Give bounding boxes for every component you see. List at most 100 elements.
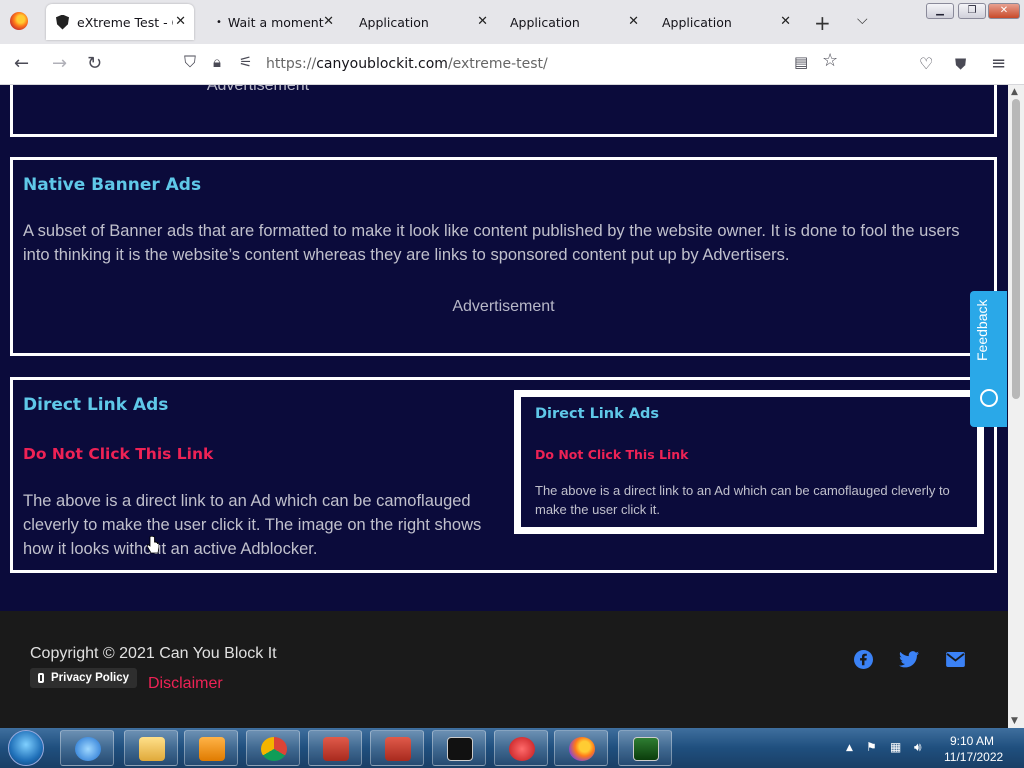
tab-application[interactable]: Application ✕ [499,4,647,40]
feedback-tab[interactable]: Feedback [970,291,1007,427]
loading-dot-icon: • [216,16,222,28]
feedback-chat-icon [980,389,998,407]
pocket-icon[interactable]: ♡ [919,53,933,75]
network-icon[interactable]: ▦ [890,740,901,754]
preview-link: Do Not Click This Link [535,447,689,462]
taskbar-internet-explorer[interactable] [60,730,114,766]
lock-icon[interactable]: 🔒︎ [213,51,221,73]
taskbar-media-player[interactable] [184,730,238,766]
shield-icon [56,14,69,30]
forward-arrow-icon[interactable]: → [52,53,67,75]
native-banner-description: A subset of Banner ads that are formatte… [23,222,960,264]
taskbar-application[interactable] [370,730,424,766]
browser-navigation-bar: ← → ↻ ⛉ 🔒︎ ⚟ https://canyoublockit.com/e… [0,44,1024,85]
back-arrow-icon[interactable]: ← [14,53,29,75]
task-manager-icon [633,737,659,761]
clock-date[interactable]: 11/17/2022 [944,750,1003,764]
lock-icon [38,673,44,683]
taskbar-task-manager[interactable] [618,730,672,766]
browser-tab-bar: eXtreme Test - Ca ✕ • Wait a moment, l ✕… [0,0,1024,44]
direct-link-preview-image: Direct Link Ads Do Not Click This Link T… [514,390,984,534]
facebook-icon[interactable] [854,650,873,669]
maximize-window-icon[interactable]: ❐ [958,3,986,19]
tab-title: Application [662,14,732,30]
tab-title: Application [359,14,429,30]
direct-link-title: Direct Link Ads [23,395,169,415]
tracking-shield-icon[interactable]: ⛉ [184,51,196,73]
taskbar-file-explorer[interactable] [124,730,178,766]
site-footer: Copyright © 2021 Can You Block It Privac… [0,611,1008,728]
chrome-icon [261,737,287,761]
tab-title: eXtreme Test - Ca [77,14,173,30]
new-tab-icon[interactable]: + [814,11,831,35]
tab-title: Application [510,14,580,30]
command-prompt-icon [447,737,473,761]
url-prefix: https:// [266,56,317,72]
start-button[interactable] [8,730,44,766]
advertisement-box [10,85,997,137]
url-bar[interactable]: ⛉ 🔒︎ ⚟ https://canyoublockit.com/extreme… [180,49,852,79]
page-scrollbar[interactable]: ▲ ▼ [1008,85,1024,728]
folder-icon [139,737,165,761]
menu-icon[interactable]: ≡ [991,53,1006,75]
scrollbar-thumb[interactable] [1012,99,1020,399]
do-not-click-link[interactable]: Do Not Click This Link [23,445,213,463]
tab-application[interactable]: Application ✕ [651,4,799,40]
email-icon[interactable] [946,652,965,667]
privacy-policy-button[interactable]: Privacy Policy [30,668,137,688]
close-window-icon[interactable]: ✕ [988,3,1020,19]
tab-title: Wait a moment, l [227,14,324,30]
close-tab-icon[interactable]: ✕ [175,14,186,29]
tab-extreme-test[interactable]: eXtreme Test - Ca ✕ [46,4,194,40]
tab-application[interactable]: Application ✕ [348,4,496,40]
taskbar-chrome[interactable] [246,730,300,766]
minimize-window-icon[interactable]: ▁ [926,3,954,19]
native-banner-title: Native Banner Ads [23,175,202,195]
list-all-tabs-icon[interactable]: ⌵ [857,12,868,28]
page-content: Advertisement Native Banner Ads A subset… [0,85,1008,728]
windows-taskbar: ▲ ⚑ ▦ 🔊︎ 9:10 AM 11/17/2022 [0,728,1024,768]
toolbox-icon [323,737,349,761]
reader-view-icon[interactable]: ▤ [794,51,808,73]
close-tab-icon[interactable]: ✕ [628,14,639,29]
hand-cursor-icon [147,536,159,554]
preview-title: Direct Link Ads [535,406,660,422]
extension-icon[interactable]: ⛊ [955,53,966,75]
show-hidden-icons-icon[interactable]: ▲ [846,743,853,753]
taskbar-application[interactable] [308,730,362,766]
url-path: /extreme-test/ [447,56,548,72]
error-x-icon [509,737,535,761]
reload-icon[interactable]: ↻ [87,53,102,75]
twitter-icon[interactable] [899,651,919,668]
internet-explorer-icon [75,737,101,761]
advertisement-label: Advertisement [452,298,555,315]
system-tray: ▲ ⚑ ▦ 🔊︎ 9:10 AM 11/17/2022 [842,728,1024,768]
firefox-logo-icon[interactable] [10,12,28,30]
toolbox-icon [385,737,411,761]
volume-icon[interactable]: 🔊︎ [914,740,922,755]
scroll-down-arrow-icon[interactable]: ▼ [1011,716,1018,726]
preview-description: The above is a direct link to an Ad whic… [535,483,950,517]
action-center-flag-icon[interactable]: ⚑ [866,740,877,754]
taskbar-firefox[interactable] [554,730,608,766]
feedback-label: Feedback [974,299,990,361]
url-text[interactable]: https://canyoublockit.com/extreme-test/ [266,56,548,72]
bookmark-star-icon[interactable]: ☆ [822,50,838,72]
taskbar-command-prompt[interactable] [432,730,486,766]
disclaimer-link[interactable]: Disclaimer [148,675,223,693]
privacy-policy-label: Privacy Policy [51,672,129,684]
advertisement-label: Advertisement [206,85,310,94]
close-tab-icon[interactable]: ✕ [323,14,334,29]
scroll-up-arrow-icon[interactable]: ▲ [1011,87,1018,97]
direct-link-description: The above is a direct link to an Ad whic… [23,492,482,558]
tab-wait-a-moment[interactable]: • Wait a moment, l ✕ [204,4,342,40]
media-player-icon [199,737,225,761]
close-tab-icon[interactable]: ✕ [780,14,791,29]
copyright-text: Copyright © 2021 Can You Block It [30,645,277,662]
taskbar-error-app[interactable] [494,730,548,766]
clock-time[interactable]: 9:10 AM [950,734,994,748]
firefox-icon [569,737,595,761]
close-tab-icon[interactable]: ✕ [477,14,488,29]
permissions-icon[interactable]: ⚟ [239,51,252,73]
url-host: canyoublockit.com [316,56,448,72]
